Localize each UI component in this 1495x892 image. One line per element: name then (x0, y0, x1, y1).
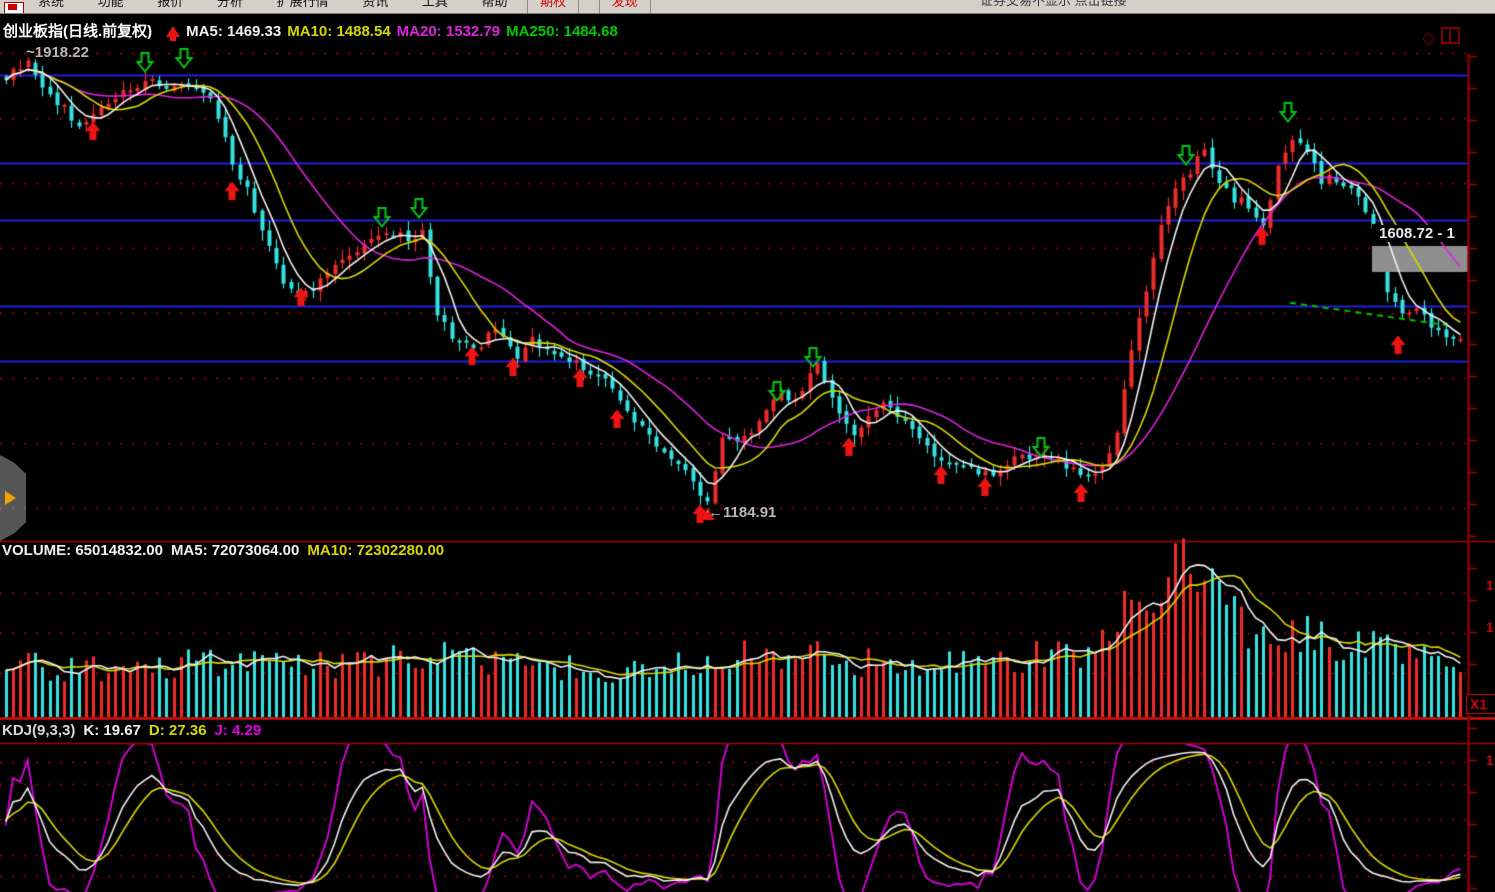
volume-unit-badge: X1 (1466, 694, 1495, 714)
up-signal-icon (166, 26, 180, 37)
ma5-label: MA5: 1469.33 (186, 23, 281, 40)
low-price-label: ←1184.91 (708, 504, 776, 521)
volume-value: VOLUME: 65014832.00 (2, 542, 163, 559)
menu-item-quotes[interactable]: 报价 (157, 0, 183, 14)
menu-item-options[interactable]: 期权 (527, 0, 579, 14)
pane-corner-icons: ◇ (1422, 26, 1460, 48)
diamond-icon[interactable]: ◇ (1422, 28, 1441, 47)
chart-canvas[interactable] (0, 0, 1495, 892)
volume-ma5: MA5: 72073064.00 (171, 542, 299, 559)
menu-item-tools[interactable]: 工具 (422, 0, 448, 14)
trading-app-window: 系统 功能 报价 分析 扩展行情 资讯 工具 帮助 期权 发现 证券交易不显示 … (0, 0, 1495, 892)
kdj-k: K: 19.67 (83, 722, 141, 739)
app-logo-icon[interactable] (4, 2, 24, 14)
ma20-label: MA20: 1532.79 (397, 23, 500, 40)
volume-header: VOLUME: 65014832.00 MA5: 72073064.00 MA10:… (2, 542, 452, 559)
split-window-icon[interactable] (1441, 27, 1460, 44)
crosshair-price-tag: 1608.72 - 1 (1376, 225, 1458, 242)
kdj-axis-label: 1 (1486, 752, 1494, 768)
menu-item-analysis[interactable]: 分析 (217, 0, 243, 14)
menu-item-help[interactable]: 帮助 (481, 0, 507, 14)
ma250-label: MA250: 1484.68 (506, 23, 618, 40)
main-chart-header: 创业板指(日线.前复权) MA5: 1469.33 MA10: 1488.54 MA2… (3, 20, 624, 41)
kdj-d: D: 27.36 (149, 722, 207, 739)
menu-item-discover[interactable]: 发现 (599, 0, 651, 14)
kdj-name: KDJ(9,3,3) (2, 722, 75, 739)
volume-ma10: MA10: 72302280.00 (307, 542, 444, 559)
ma10-label: MA10: 1488.54 (287, 23, 390, 40)
menu-item-news[interactable]: 资讯 (362, 0, 388, 14)
menu-item-function[interactable]: 功能 (98, 0, 124, 14)
trade-login-link[interactable]: 证券交易不显示 点击链接 (980, 0, 1127, 13)
menu-item-system[interactable]: 系统 (38, 0, 64, 14)
menu-bar: 系统 功能 报价 分析 扩展行情 资讯 工具 帮助 期权 发现 证券交易不显示 … (0, 0, 1495, 14)
expand-arrow-icon (5, 491, 16, 505)
menu-item-extended-quotes[interactable]: 扩展行情 (277, 0, 329, 14)
kdj-header: KDJ(9,3,3) K: 19.67 D: 27.36 J: 4.29 (2, 722, 269, 739)
high-price-label: ~1918.22 (26, 44, 89, 61)
vol-axis-label-2: 1 (1486, 619, 1494, 635)
vol-axis-label-1: 1 (1486, 577, 1494, 593)
kdj-j: J: 4.29 (214, 722, 261, 739)
instrument-title: 创业板指(日线.前复权) (3, 23, 152, 40)
